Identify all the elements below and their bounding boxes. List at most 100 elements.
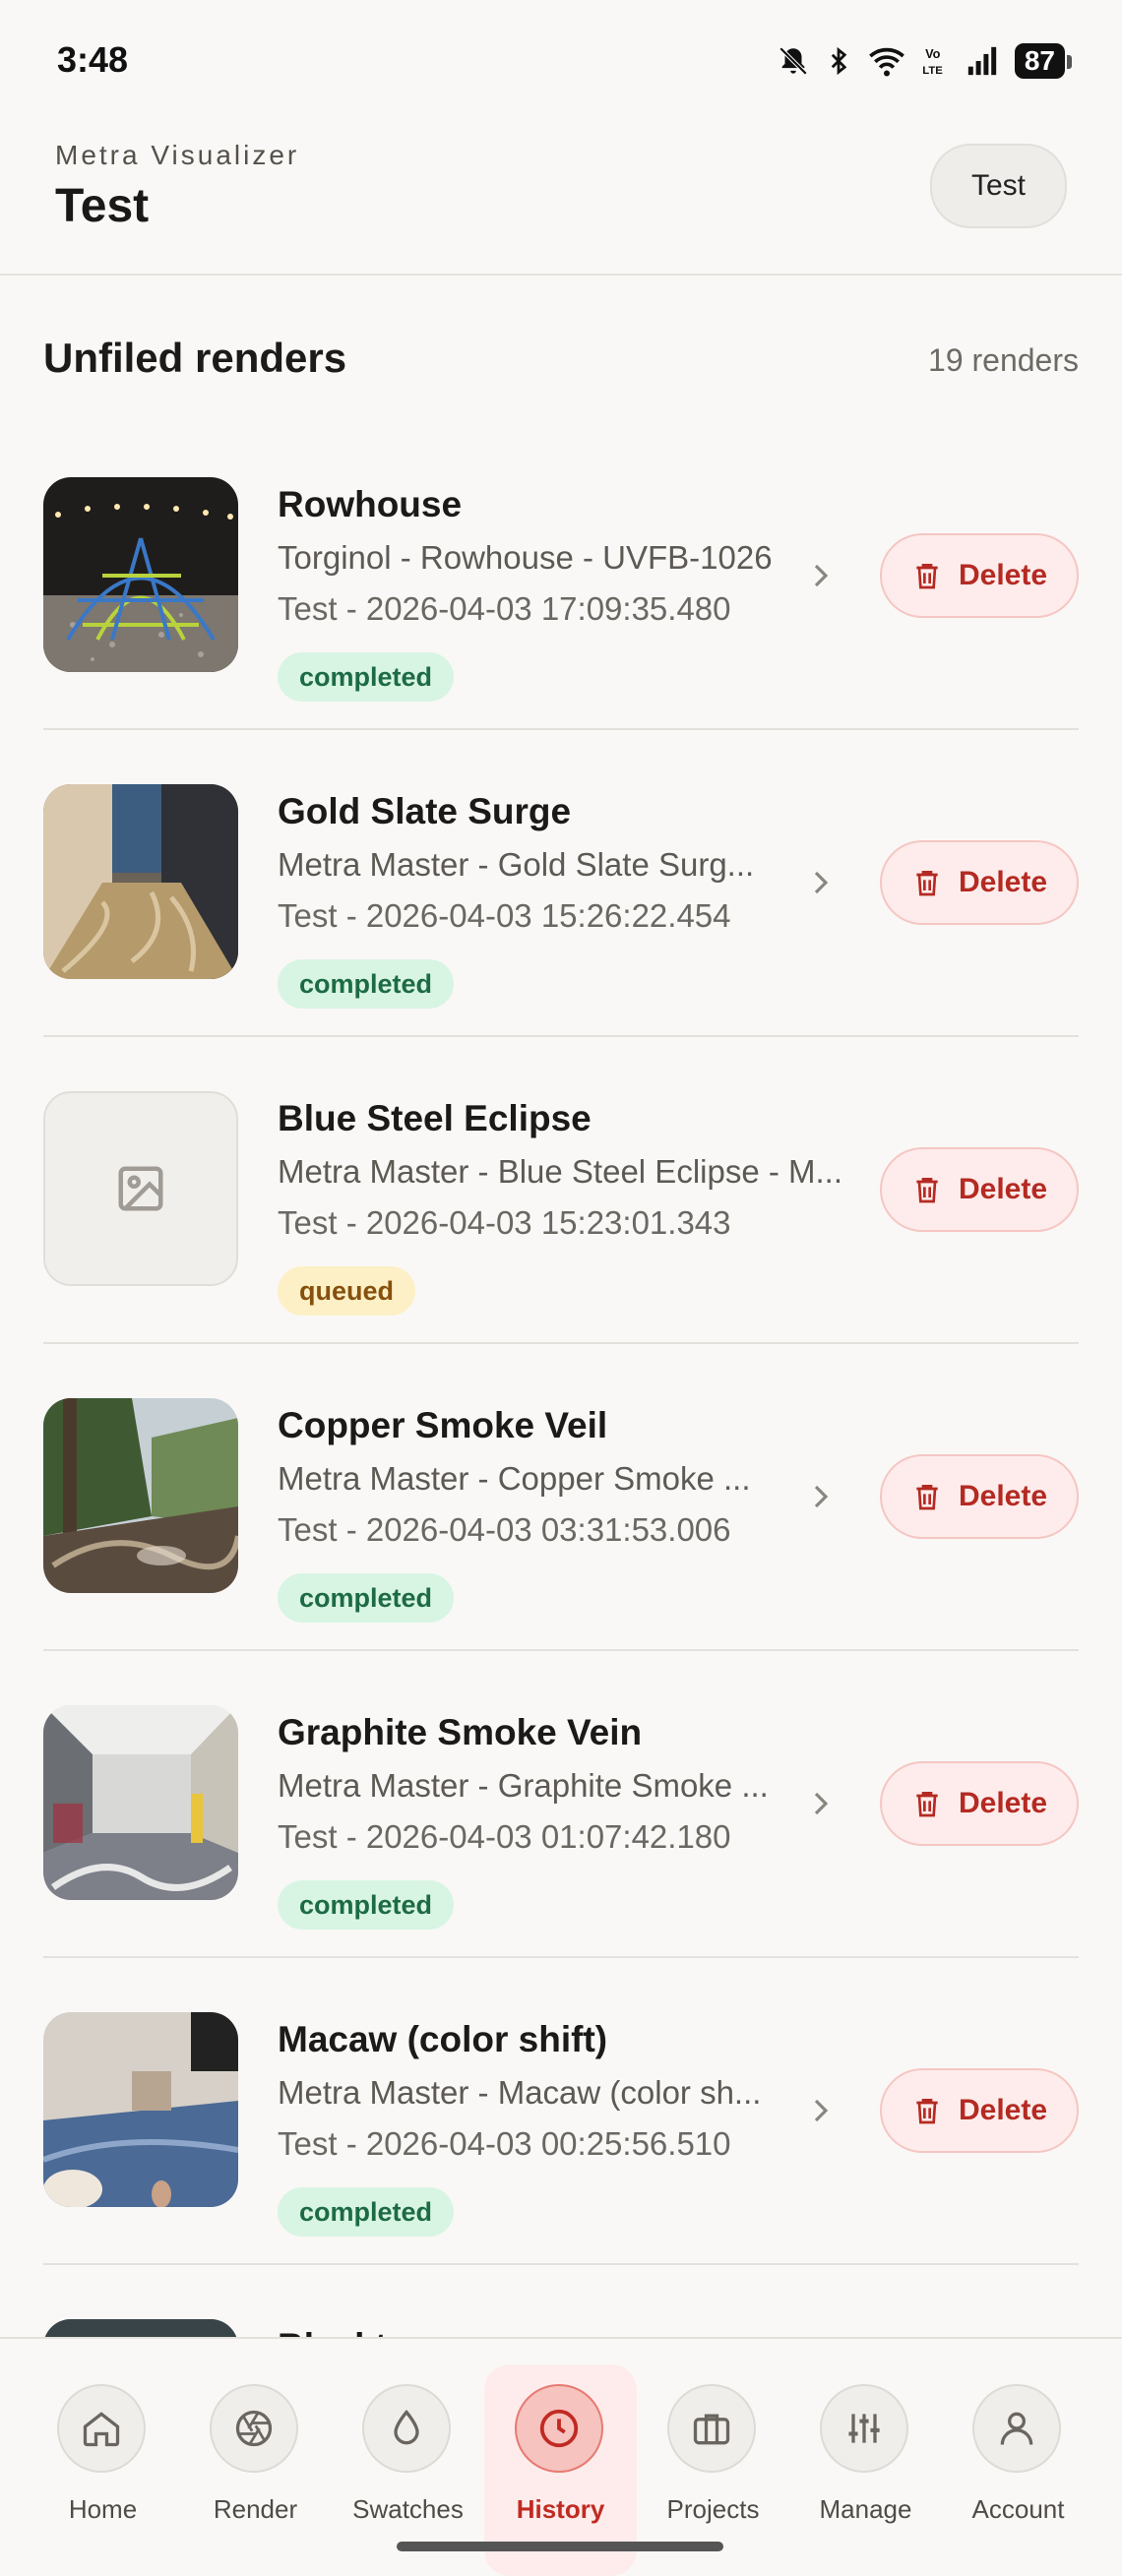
nav-item-projects[interactable]: Projects <box>637 2339 789 2576</box>
bottom-nav: Home Render Swatches History Projects Ma… <box>0 2337 1122 2576</box>
bell-off-icon <box>779 46 808 76</box>
nav-item-manage[interactable]: Manage <box>789 2339 942 2576</box>
trash-icon <box>916 564 938 589</box>
wifi-icon <box>868 47 904 77</box>
chevron-right-icon[interactable] <box>806 2096 836 2125</box>
render-thumbnail <box>43 1398 238 1593</box>
delete-button[interactable]: Delete <box>880 1761 1079 1846</box>
render-title: Gold Slate Surge <box>278 791 572 831</box>
trash-icon <box>916 1792 938 1817</box>
render-meta: Test - 2026-04-03 17:09:35.480 <box>278 590 731 627</box>
render-row[interactable]: Copper Smoke Veil Metra Master - Copper … <box>43 1344 1079 1651</box>
page-title: Test <box>55 180 150 232</box>
render-meta: Test - 2026-04-03 03:31:53.006 <box>278 1511 731 1548</box>
status-badge: completed <box>278 959 455 1009</box>
nav-label: Account <box>971 2494 1065 2524</box>
user-icon <box>972 2384 1061 2473</box>
delete-button[interactable]: Delete <box>880 1454 1079 1539</box>
render-meta: Test - 2026-04-03 01:07:42.180 <box>278 1818 731 1855</box>
app-name: Metra Visualizer <box>55 140 300 170</box>
briefcase-icon <box>667 2384 756 2473</box>
chevron-right-icon[interactable] <box>806 561 836 590</box>
bluetooth-icon <box>831 46 847 76</box>
droplet-icon <box>362 2384 451 2473</box>
nav-item-swatches[interactable]: Swatches <box>332 2339 484 2576</box>
trash-icon <box>916 871 938 896</box>
delete-label: Delete <box>958 559 1048 591</box>
nav-item-history[interactable]: History <box>484 2339 637 2576</box>
render-subtitle: Torginol - Rowhouse - UVFB-1026 <box>278 539 773 576</box>
render-row[interactable]: Graphite Smoke Vein Metra Master - Graph… <box>43 1651 1079 1958</box>
sliders-icon <box>820 2384 908 2473</box>
status-badge: completed <box>278 2187 455 2237</box>
render-thumbnail <box>43 477 238 672</box>
render-meta: Test - 2026-04-03 15:26:22.454 <box>278 897 731 934</box>
app-header: Metra Visualizer Test Test <box>0 128 1122 276</box>
render-thumbnail <box>43 2012 238 2207</box>
render-title: Copper Smoke Veil <box>278 1405 608 1445</box>
trash-icon <box>916 1178 938 1203</box>
render-title: Macaw (color shift) <box>278 2019 608 2059</box>
section-title: Unfiled renders <box>43 335 347 381</box>
signal-icon <box>967 46 997 76</box>
nav-label: Projects <box>666 2494 760 2524</box>
delete-label: Delete <box>958 2094 1048 2126</box>
status-badge: completed <box>278 652 455 702</box>
nav-item-home[interactable]: Home <box>27 2339 179 2576</box>
render-thumbnail <box>43 2319 238 2337</box>
render-row[interactable]: Macaw (color shift) Metra Master - Macaw… <box>43 1958 1079 2265</box>
render-title: Graphite Smoke Vein <box>278 1712 643 1752</box>
chevron-right-icon[interactable] <box>806 1482 836 1511</box>
render-thumbnail <box>43 784 238 979</box>
aperture-icon <box>210 2384 298 2473</box>
home-icon <box>57 2384 146 2473</box>
delete-button[interactable]: Delete <box>880 2068 1079 2153</box>
status-bar: 3:48 Vo LTE 87 <box>0 0 1122 128</box>
nav-item-account[interactable]: Account <box>942 2339 1094 2576</box>
chevron-right-icon[interactable] <box>806 868 836 897</box>
delete-label: Delete <box>958 1480 1048 1512</box>
render-row[interactable]: Blacktop <box>43 2265 1079 2337</box>
trash-icon <box>916 2099 938 2124</box>
render-title: Blue Steel Eclipse <box>278 1098 592 1138</box>
delete-label: Delete <box>958 866 1048 898</box>
render-thumbnail <box>43 1705 238 1900</box>
trash-icon <box>916 1485 938 1510</box>
status-badge: completed <box>278 1573 455 1623</box>
svg-text:Vo: Vo <box>925 46 941 61</box>
nav-label: Home <box>68 2494 138 2524</box>
clock-icon <box>515 2384 603 2473</box>
user-chip-button[interactable]: Test <box>929 144 1067 228</box>
volte-icon: Vo LTE <box>922 46 943 77</box>
nav-label: History <box>516 2494 605 2524</box>
render-thumbnail-placeholder <box>43 1091 238 1286</box>
status-icons: Vo LTE 87 <box>777 43 1073 79</box>
battery-indicator: 87 <box>1014 43 1073 79</box>
render-row[interactable]: Gold Slate Surge Metra Master - Gold Sla… <box>43 730 1079 1037</box>
status-badge: queued <box>278 1266 416 1316</box>
nav-item-render[interactable]: Render <box>179 2339 332 2576</box>
delete-button[interactable]: Delete <box>880 840 1079 925</box>
render-row[interactable]: Blue Steel Eclipse Metra Master - Blue S… <box>43 1037 1079 1344</box>
render-subtitle: Metra Master - Blue Steel Eclipse - M... <box>278 1153 843 1190</box>
nav-label: Manage <box>819 2494 912 2524</box>
nav-label: Swatches <box>352 2494 464 2524</box>
status-time: 3:48 <box>57 39 129 80</box>
status-badge: completed <box>278 1880 455 1930</box>
render-title: Blacktop <box>278 2326 431 2337</box>
render-title: Rowhouse <box>278 484 463 524</box>
render-row[interactable]: Rowhouse Torginol - Rowhouse - UVFB-1026… <box>43 423 1079 730</box>
render-meta: Test - 2026-04-03 15:23:01.343 <box>278 1204 731 1241</box>
render-list: Rowhouse Torginol - Rowhouse - UVFB-1026… <box>43 423 1079 2337</box>
delete-button[interactable]: Delete <box>880 1147 1079 1232</box>
delete-label: Delete <box>958 1173 1048 1205</box>
render-count: 19 renders <box>928 342 1079 378</box>
delete-button[interactable]: Delete <box>880 533 1079 618</box>
render-subtitle: Metra Master - Gold Slate Surg... <box>278 846 755 883</box>
render-subtitle: Metra Master - Graphite Smoke ... <box>278 1767 769 1804</box>
image-placeholder-icon <box>118 1166 163 1211</box>
nav-label: Render <box>213 2494 298 2524</box>
chevron-right-icon[interactable] <box>806 1789 836 1818</box>
home-indicator[interactable] <box>397 2542 723 2551</box>
render-subtitle: Metra Master - Copper Smoke ... <box>278 1460 751 1497</box>
